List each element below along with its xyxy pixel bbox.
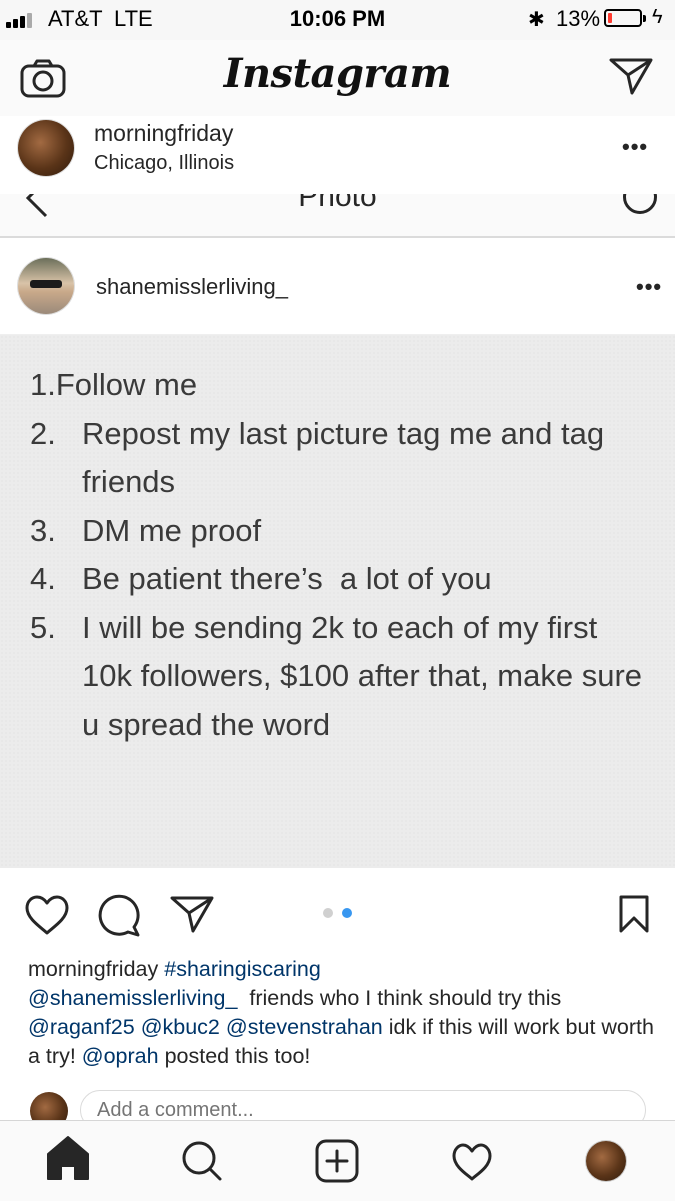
- new-post-icon[interactable]: [297, 1121, 377, 1201]
- direct-message-icon[interactable]: [608, 56, 654, 101]
- post-location[interactable]: Chicago, Illinois: [94, 152, 234, 175]
- list-item: 3. DM me proof: [30, 507, 675, 556]
- caption-mention[interactable]: @oprah: [82, 1044, 159, 1068]
- bookmark-icon[interactable]: [618, 894, 650, 939]
- list-text: Be patient there’s a lot of you: [82, 561, 492, 596]
- list-item: 2. Repost my last picture tag me and tag …: [30, 410, 675, 507]
- post-image[interactable]: 1.Follow me 2. Repost my last picture tag…: [0, 335, 675, 868]
- list-number: 4.: [30, 561, 56, 596]
- list-text: Repost my last picture tag me and tag fr…: [82, 415, 605, 500]
- comment-row: [0, 1088, 675, 1120]
- comment-icon[interactable]: [98, 894, 142, 943]
- list-number: 5.: [30, 609, 56, 645]
- inner-post-header: shanemisslerliving_ •••: [0, 238, 675, 335]
- post-username[interactable]: morningfriday: [94, 120, 233, 147]
- caption-mention[interactable]: @raganf25: [28, 1015, 135, 1039]
- photo-screenshot-header: Photo: [0, 194, 675, 238]
- bluetooth-icon: ✱: [528, 9, 545, 31]
- sunglasses-shape: [30, 280, 62, 288]
- list-text: DM me proof: [82, 512, 262, 548]
- caption-mention[interactable]: @stevenstrahan: [226, 1015, 383, 1039]
- list-item: 4. Be patient there’s a lot of you: [30, 555, 675, 604]
- caption-mention[interactable]: @shanemisslerliving_: [28, 986, 237, 1010]
- battery-percent: 13%: [556, 6, 601, 31]
- instagram-logo: Instagram: [223, 50, 452, 97]
- list-text: Follow me: [55, 367, 198, 402]
- list-number: 3.: [30, 512, 56, 548]
- list-item: 5. I will be sending 2k to each of my fir…: [30, 604, 675, 750]
- avatar: [30, 1092, 68, 1120]
- avatar: [18, 258, 74, 314]
- post-header: morningfriday Chicago, Illinois •••: [0, 116, 675, 195]
- caption-hashtag[interactable]: #sharingiscaring: [164, 957, 321, 981]
- home-icon[interactable]: [28, 1121, 108, 1201]
- battery-icon: [604, 9, 646, 27]
- profile-avatar[interactable]: [586, 1141, 626, 1181]
- more-options-icon: •••: [636, 274, 663, 299]
- list-text: I will be sending 2k to each of my first…: [82, 609, 643, 742]
- caption-username[interactable]: morningfriday: [28, 957, 158, 981]
- comment-input[interactable]: [80, 1090, 646, 1120]
- avatar[interactable]: [18, 120, 74, 176]
- post-image-text: 1.Follow me 2. Repost my last picture tag…: [30, 361, 675, 749]
- caption-mention[interactable]: @kbuc2: [141, 1015, 220, 1039]
- search-icon[interactable]: [162, 1121, 242, 1201]
- tab-bar: [0, 1120, 675, 1201]
- carousel-dot: [323, 908, 333, 918]
- status-bar: AT&T LTE 10:06 PM ✱ 13% ϟ: [0, 0, 675, 40]
- caption-text: friends who I think should try this: [237, 986, 568, 1010]
- caption-text: posted this too!: [158, 1044, 311, 1068]
- list-item: 1.Follow me: [30, 361, 675, 410]
- activity-icon[interactable]: [432, 1121, 512, 1201]
- list-number: 1.: [30, 367, 56, 402]
- list-number: 2.: [30, 415, 56, 451]
- charging-icon: ϟ: [652, 6, 663, 28]
- photo-title: Photo: [298, 194, 377, 213]
- more-options-icon[interactable]: •••: [622, 134, 648, 160]
- carousel-dot-active: [342, 908, 352, 918]
- battery-fill: [608, 13, 612, 23]
- heart-icon[interactable]: [24, 894, 70, 941]
- post-caption: morningfriday #sharingiscaring @shanemis…: [28, 955, 658, 1071]
- share-icon[interactable]: [170, 894, 214, 939]
- app-header: Instagram: [0, 40, 675, 117]
- action-bar: [0, 868, 675, 958]
- inner-username: shanemisslerliving_: [96, 274, 288, 299]
